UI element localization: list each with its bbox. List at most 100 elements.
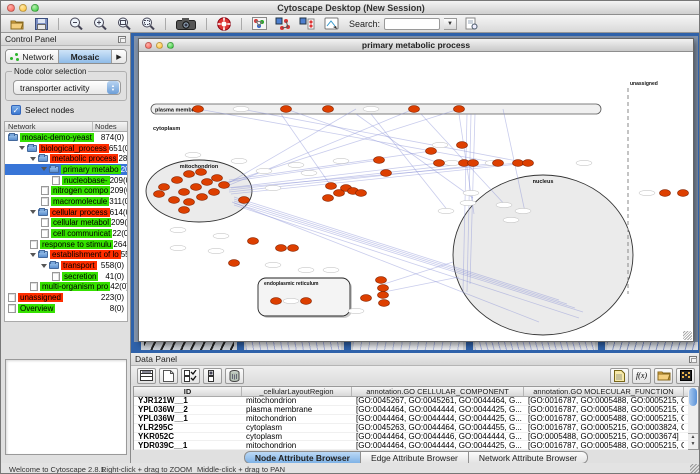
import-table-icon[interactable] [610,368,629,384]
network-node[interactable] [378,285,389,292]
network-node[interactable] [191,184,202,191]
attribute-list-icon[interactable] [203,368,222,384]
network-node[interactable] [454,106,465,113]
network-node[interactable] [159,184,170,191]
tree-row[interactable]: nitrogen compo209(0) [5,185,127,196]
network-node[interactable] [434,160,445,167]
network-zoom-button[interactable] [167,42,174,49]
network-graph[interactable]: plasma membranecytoplasmmitochondrionnuc… [139,52,693,341]
tree-row[interactable]: macromolecule311(0) [5,196,127,207]
network-close-button[interactable] [145,42,152,49]
vizmapper-icon[interactable] [249,16,269,31]
network-node[interactable] [376,277,387,284]
network-node[interactable] [288,245,299,252]
table-column-header[interactable]: annotation.GO CELLULAR_COMPONENT [352,387,524,396]
help-icon[interactable] [214,16,234,31]
zoom-fit-icon[interactable] [114,16,134,31]
table-column-header[interactable]: annotation.GO MOLECULAR_FUNCTION [524,387,684,396]
network-node[interactable] [326,183,337,190]
network-node[interactable] [381,170,392,177]
birdseye-view[interactable] [5,359,127,455]
tree-row[interactable]: unassigned223(0) [5,292,127,303]
data-panel-float-icon[interactable] [689,356,697,363]
tree-expand-arrow-icon[interactable] [19,146,25,150]
table-row[interactable]: YDR039C__1mitochondrion[GO:0044464, GO:0… [134,441,688,450]
open-file-icon[interactable] [7,16,27,31]
zoom-in-icon[interactable] [90,16,110,31]
tree-expand-arrow-icon[interactable] [41,167,47,171]
matrix-view-icon[interactable] [676,368,695,384]
network-node[interactable] [197,194,208,201]
network-node[interactable] [193,106,204,113]
network-node[interactable] [426,148,437,155]
tree-row[interactable]: mosaic-demo-yeast874(0) [5,132,127,143]
tree-row[interactable]: establishment of lo558(0) [5,250,127,261]
network-node[interactable] [379,300,390,307]
network-node[interactable] [378,292,389,299]
network-node[interactable] [271,298,282,305]
scrollbar-thumb[interactable] [689,388,697,406]
zoom-selected-icon[interactable] [138,16,158,31]
network-node[interactable] [229,260,240,267]
network-node[interactable] [457,142,468,149]
network-node[interactable] [513,160,524,167]
save-icon[interactable] [31,16,51,31]
tree-row[interactable]: nucleobase-209(0) [5,175,127,186]
network-node[interactable] [281,106,292,113]
zoom-out-icon[interactable] [66,16,86,31]
search-input[interactable] [384,18,440,30]
network-node[interactable] [202,179,213,186]
network-node[interactable] [660,190,671,197]
import-attributes-icon[interactable] [297,16,317,31]
table-column-header[interactable]: _cellularLayoutRegion [242,387,352,396]
tree-row[interactable]: primary metabo209(... [5,164,127,175]
select-attributes-icon[interactable] [181,368,200,384]
network-node[interactable] [678,190,689,197]
delete-attribute-icon[interactable] [225,368,244,384]
zoom-window-button[interactable] [31,4,39,12]
tree-row[interactable]: Overview8(0) [5,303,127,314]
network-node[interactable] [248,238,259,245]
tab-network[interactable]: Network [6,50,59,63]
network-node[interactable] [212,175,223,182]
network-node[interactable] [179,207,190,214]
tree-expand-arrow-icon[interactable] [41,264,47,268]
network-node[interactable] [219,182,230,189]
app-resize-grip[interactable] [690,464,700,474]
scrollbar-arrows-icon[interactable]: ▲▼ [688,433,698,449]
formula-builder-icon[interactable]: f(x) [632,368,651,384]
network-node[interactable] [196,169,207,176]
window-resize-grip[interactable] [683,331,692,340]
network-window-titlebar[interactable]: primary metabolic process [139,39,693,52]
tree-row[interactable]: cell communicat22(0) [5,228,127,239]
control-panel-float-icon[interactable] [118,36,126,43]
network-node[interactable] [184,199,195,206]
tree-row[interactable]: response to stimulu264(0) [5,239,127,250]
import-network-icon[interactable] [273,16,293,31]
network-node[interactable] [239,197,250,204]
network-node[interactable] [409,106,420,113]
table-column-header[interactable]: ID [134,387,242,396]
attribute-batch-icon[interactable] [321,16,341,31]
tab-mosaic[interactable]: Mosaic [59,50,112,63]
tree-header-nodes[interactable]: Nodes [93,122,127,131]
network-minimize-button[interactable] [156,42,163,49]
tree-row[interactable]: secretion41(0) [5,271,127,282]
network-canvas[interactable]: plasma membranecytoplasmmitochondrionnuc… [139,52,693,341]
tree-expand-arrow-icon[interactable] [30,210,36,214]
tree-row[interactable]: transport558(0) [5,260,127,271]
network-node[interactable] [154,191,165,198]
network-node[interactable] [172,177,183,184]
network-node[interactable] [169,197,180,204]
open-attributes-icon[interactable] [654,368,673,384]
network-node[interactable] [184,171,195,178]
network-node[interactable] [276,245,287,252]
close-window-button[interactable] [7,4,15,12]
snapshot-icon[interactable] [173,16,199,31]
minimize-window-button[interactable] [19,4,27,12]
network-node[interactable] [209,189,220,196]
attribute-spreadsheet-icon[interactable] [137,368,156,384]
tab-overflow-arrow-icon[interactable]: ▶ [112,50,126,63]
new-attribute-icon[interactable] [159,368,178,384]
region-nucleus[interactable] [453,175,633,335]
